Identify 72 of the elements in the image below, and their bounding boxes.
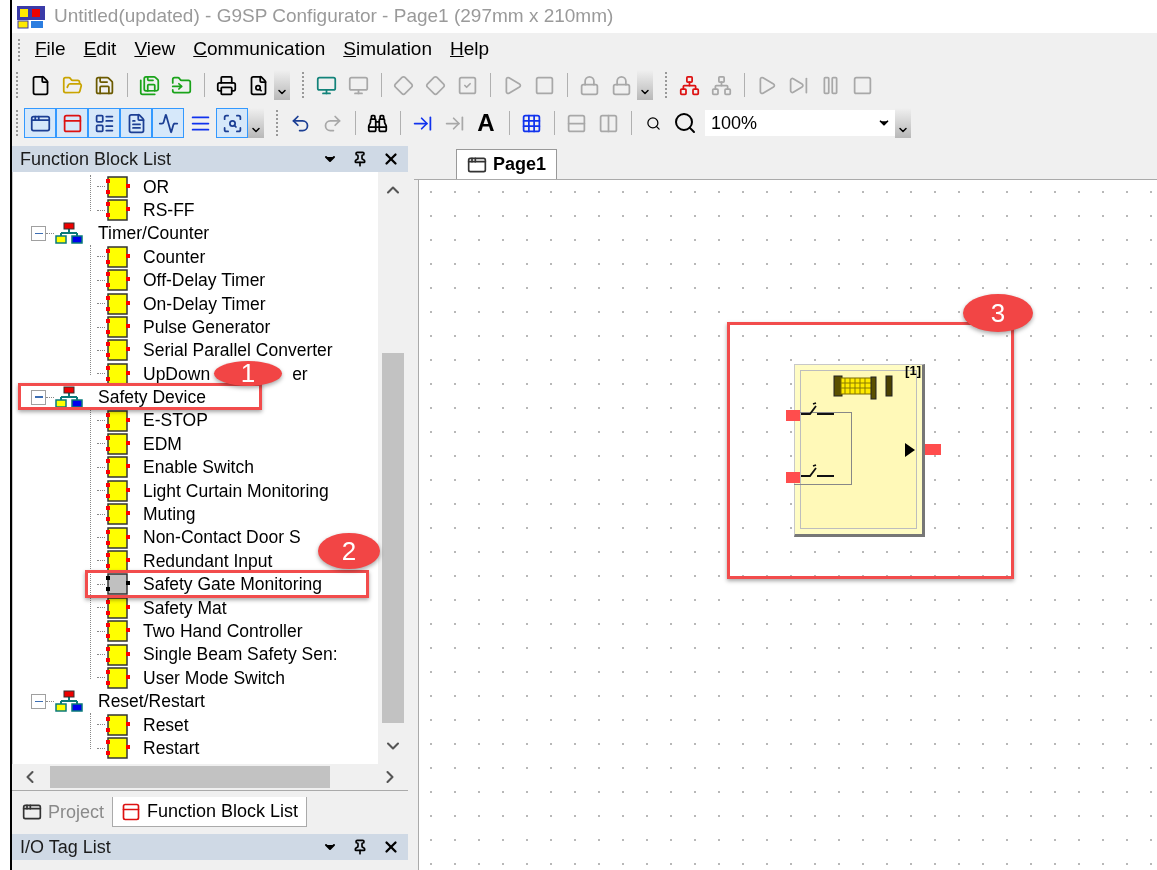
toolbar-overflow-button[interactable] (637, 70, 653, 100)
folder-icon (61, 74, 83, 96)
pin-icon[interactable] (352, 151, 368, 167)
panel-title: Function Block List (20, 147, 172, 171)
floppy-disk-icon (138, 74, 160, 96)
toolbar-overflow-button[interactable] (248, 108, 264, 138)
page-tab[interactable]: Page1 (456, 149, 558, 179)
collapse-toggle[interactable] (31, 389, 46, 405)
tree-item[interactable]: Counter (143, 243, 206, 270)
switch-contact-icon (800, 464, 836, 478)
search-window-icon (221, 112, 243, 134)
pin-icon[interactable] (352, 839, 368, 855)
hierarchy-icon (54, 222, 84, 245)
diamond-icon (424, 74, 446, 96)
diamond-icon (392, 74, 414, 96)
computer-icon (315, 74, 337, 96)
toolbar-button[interactable] (120, 108, 152, 138)
panel-tab[interactable]: Function Block List (112, 797, 308, 827)
toolbar-button[interactable] (24, 108, 56, 138)
tree-group[interactable]: Reset/Restart (98, 691, 205, 711)
rows-icon (565, 112, 587, 134)
stop-icon (851, 74, 873, 96)
tree-group[interactable]: Timer/Counter (98, 223, 210, 243)
toolbar-button[interactable] (152, 108, 184, 138)
stop-icon (533, 74, 555, 96)
window-title: Untitled(updated) - G9SP Configurator - Page1 (297mm x 210mm) (54, 4, 614, 29)
output-arrow-icon (905, 443, 915, 457)
columns-icon (597, 112, 619, 134)
panel-title: I/O Tag List (20, 835, 111, 859)
menu-item[interactable]: Help (441, 35, 499, 64)
toolbar-button[interactable] (88, 108, 120, 138)
collapse-toggle[interactable] (31, 225, 46, 241)
checkbox-icon (456, 74, 478, 96)
block-number: [1] (905, 362, 921, 380)
switch-contact-icon (800, 402, 836, 416)
block-window-icon (61, 112, 83, 134)
padlock-icon (610, 74, 632, 96)
toolbar-button[interactable] (216, 108, 248, 138)
window-icon (22, 802, 42, 822)
tree-group[interactable]: Safety Device (98, 387, 206, 407)
close-icon[interactable] (382, 150, 400, 168)
printer-icon (215, 74, 237, 96)
input-pin[interactable] (786, 472, 800, 483)
menu-item[interactable]: Edit (74, 35, 126, 64)
zoom-out-icon (645, 115, 661, 131)
hierarchy-icon (54, 690, 84, 713)
close-icon[interactable] (382, 838, 400, 856)
hierarchy-icon (54, 386, 84, 409)
toolbar-overflow-button[interactable] (895, 108, 911, 138)
zoom-dropdown[interactable]: 100% (705, 110, 895, 136)
network-icon (710, 74, 732, 96)
folder-icon (170, 74, 192, 96)
binoculars-icon (366, 112, 388, 134)
padlock-icon (578, 74, 600, 96)
menu-item[interactable]: Communication (184, 35, 335, 64)
menu-item[interactable]: Simulation (334, 35, 441, 64)
input-pin[interactable] (786, 410, 800, 421)
menu-item[interactable]: View (125, 35, 185, 64)
app-icon (16, 4, 46, 29)
menu-item[interactable]: File (26, 35, 75, 64)
tree-item-fragment: er (292, 362, 308, 386)
function-block[interactable] (794, 364, 925, 537)
grid-icon (520, 112, 542, 134)
toolbar-overflow-button[interactable] (274, 70, 290, 100)
network-icon (678, 74, 700, 96)
computer-icon (347, 74, 369, 96)
font-button[interactable]: A (470, 108, 502, 138)
graph-window-icon (157, 112, 179, 134)
tag-window-icon (93, 112, 115, 134)
collapse-toggle[interactable] (31, 693, 46, 709)
block-window-icon (121, 801, 142, 822)
search-icon (673, 111, 697, 135)
